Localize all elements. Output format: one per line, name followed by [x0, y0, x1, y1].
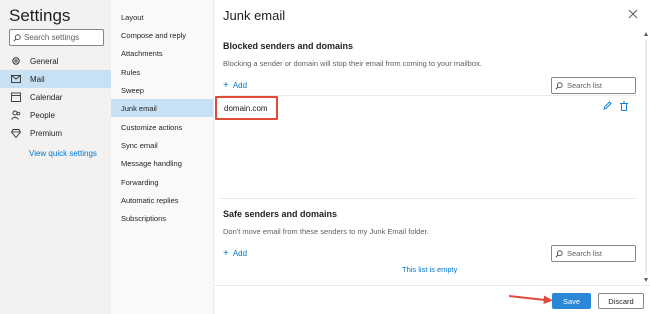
nav-item-calendar[interactable]: Calendar: [0, 88, 111, 106]
blocked-senders-description: Blocking a sender or domain will stop th…: [223, 59, 482, 68]
plus-icon: +: [223, 248, 229, 259]
settings-title: Settings: [9, 6, 71, 25]
submenu-item-label: Forwarding: [121, 177, 159, 187]
blocked-senders-title: Blocked senders and domains: [223, 41, 354, 51]
save-button[interactable]: Save: [552, 293, 591, 309]
submenu-item-label: Junk email: [121, 103, 157, 113]
submenu-item-attachments[interactable]: Attachments: [111, 44, 213, 62]
nav-item-premium[interactable]: Premium: [0, 124, 111, 142]
submenu-item-compose-and-reply[interactable]: Compose and reply: [111, 26, 213, 44]
submenu-item-label: Message handling: [121, 158, 182, 168]
nav-item-label: Calendar: [30, 92, 63, 102]
submenu-item-automatic-replies[interactable]: Automatic replies: [111, 191, 213, 209]
plus-icon: +: [223, 80, 229, 91]
settings-search-input[interactable]: Search settings: [9, 29, 104, 46]
edit-icon[interactable]: [602, 101, 612, 111]
search-placeholder: Search list: [567, 249, 603, 258]
diamond-icon: [11, 128, 21, 138]
safe-senders-description: Don't move email from these senders to m…: [223, 227, 429, 236]
nav-item-label: Premium: [30, 128, 63, 138]
settings-nav: Settings Search settings General Mail Ca…: [0, 0, 111, 314]
footer-divider: [214, 285, 650, 286]
submenu-item-forwarding[interactable]: Forwarding: [111, 173, 213, 191]
page-title: Junk email: [223, 8, 286, 23]
nav-item-label: People: [30, 110, 55, 120]
nav-item-people[interactable]: People: [0, 106, 111, 124]
submenu-item-label: Layout: [121, 12, 144, 22]
submenu-item-label: Subscriptions: [121, 213, 167, 223]
search-icon: [13, 33, 21, 41]
submenu-item-rules[interactable]: Rules: [111, 63, 213, 81]
submenu-item-layout[interactable]: Layout: [111, 8, 213, 26]
nav-item-mail[interactable]: Mail: [0, 70, 111, 88]
mail-icon: [11, 74, 21, 84]
junk-email-panel: Junk email Blocked senders and domains B…: [214, 0, 650, 314]
search-icon: [555, 249, 563, 257]
blocked-search-input[interactable]: Search list: [551, 77, 636, 94]
submenu-item-label: Customize actions: [121, 122, 183, 132]
scrollbar[interactable]: [644, 32, 648, 282]
add-label: Add: [232, 249, 248, 258]
blocked-add-button[interactable]: + Add: [223, 80, 247, 91]
safe-search-input[interactable]: Search list: [551, 245, 636, 262]
safe-add-button[interactable]: + Add: [223, 248, 247, 259]
submenu-item-label: Sync email: [121, 140, 158, 150]
submenu-item-junk-email[interactable]: Junk email: [111, 99, 213, 117]
settings-search-placeholder: Search settings: [24, 33, 80, 42]
submenu-item-label: Attachments: [121, 48, 163, 58]
divider: [219, 95, 637, 96]
blocked-entry[interactable]: domain.com: [215, 96, 278, 120]
submenu-item-message-handling[interactable]: Message handling: [111, 154, 213, 172]
safe-senders-title: Safe senders and domains: [223, 209, 338, 219]
submenu-item-customize-actions[interactable]: Customize actions: [111, 118, 213, 136]
submenu-item-sweep[interactable]: Sweep: [111, 81, 213, 99]
submenu-item-label: Automatic replies: [121, 195, 179, 205]
submenu-item-label: Rules: [121, 67, 141, 77]
nav-item-general[interactable]: General: [0, 52, 111, 70]
nav-item-label: General: [30, 56, 59, 66]
delete-icon[interactable]: [619, 101, 629, 111]
view-quick-settings-link[interactable]: View quick settings: [29, 149, 97, 158]
add-label: Add: [232, 81, 248, 90]
divider: [219, 198, 637, 199]
submenu-item-label: Sweep: [121, 85, 144, 95]
submenu-item-label: Compose and reply: [121, 30, 187, 40]
calendar-icon: [11, 92, 21, 102]
nav-item-label: Mail: [30, 74, 45, 84]
submenu-item-subscriptions[interactable]: Subscriptions: [111, 209, 213, 227]
search-placeholder: Search list: [567, 81, 603, 90]
gear-icon: [11, 56, 21, 66]
submenu-item-sync-email[interactable]: Sync email: [111, 136, 213, 154]
close-icon[interactable]: [628, 9, 638, 19]
arrow-annotation: [509, 295, 553, 304]
discard-button[interactable]: Discard: [598, 293, 644, 309]
people-icon: [11, 110, 21, 120]
blocked-entry-text: domain.com: [224, 103, 268, 113]
empty-list-text: This list is empty: [402, 265, 458, 274]
search-icon: [555, 81, 563, 89]
